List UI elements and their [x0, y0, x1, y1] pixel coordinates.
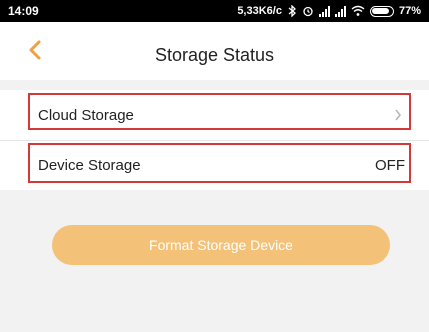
device-storage-row[interactable]: Device Storage OFF — [0, 140, 429, 190]
status-icons: 5,33K6/c 77% — [237, 3, 421, 19]
signal-icon-2 — [334, 5, 346, 17]
network-speed: 5,33K6/c — [237, 5, 282, 17]
alarm-icon — [302, 4, 314, 18]
section-gap — [0, 80, 429, 90]
battery-percent: 77% — [398, 5, 421, 17]
cloud-storage-label: Cloud Storage — [38, 106, 134, 124]
page-title: Storage Status — [154, 45, 275, 65]
bluetooth-icon — [287, 4, 297, 18]
chevron-right-icon — [391, 108, 405, 122]
status-bar: 14:09 5,33K6/c 77% — [0, 0, 429, 22]
format-storage-button[interactable]: Format Storage Device — [52, 225, 390, 265]
device-storage-value: OFF — [375, 157, 405, 174]
wifi-icon — [351, 4, 365, 18]
signal-icon — [318, 5, 330, 17]
nav-bar: Storage Status — [0, 22, 429, 80]
device-storage-label: Device Storage — [38, 157, 141, 174]
cloud-storage-row[interactable]: Cloud Storage — [0, 90, 429, 140]
battery-icon — [369, 5, 394, 17]
status-time: 14:09 — [8, 4, 39, 18]
